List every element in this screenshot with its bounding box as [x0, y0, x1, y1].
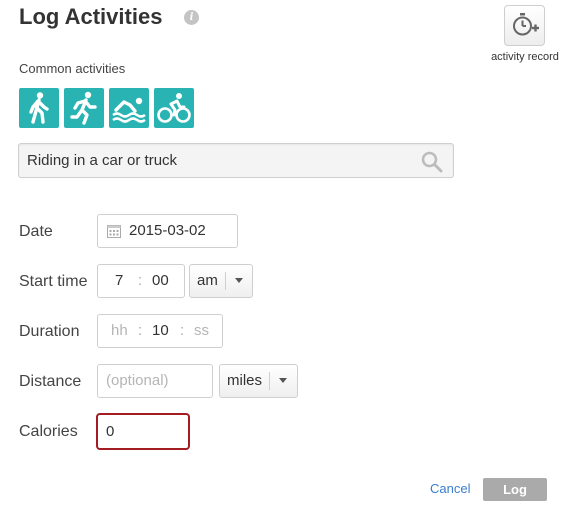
distance-input[interactable]: (optional) — [97, 364, 213, 398]
cycling-icon — [157, 93, 191, 123]
activity-search-input[interactable]: Riding in a car or truck — [18, 143, 454, 178]
select-divider — [225, 272, 226, 290]
start-hour-input[interactable]: 7 — [115, 265, 123, 297]
search-value: Riding in a car or truck — [27, 152, 178, 169]
duration-seconds-input[interactable]: ss — [194, 315, 209, 347]
calories-value: 0 — [106, 423, 115, 440]
time-separator: : — [138, 322, 143, 339]
activity-record-button[interactable] — [504, 5, 545, 46]
search-icon[interactable] — [421, 151, 443, 173]
start-time-field[interactable]: 7 : 00 — [97, 264, 185, 298]
activity-record-label: activity record — [491, 51, 559, 63]
page-title: Log Activities — [19, 4, 163, 29]
activity-cycling-button[interactable] — [154, 88, 194, 128]
cancel-link[interactable]: Cancel — [430, 481, 470, 496]
duration-minutes-input[interactable]: 10 — [152, 315, 169, 347]
activity-walking-button[interactable] — [19, 88, 59, 128]
log-button[interactable]: Log — [483, 478, 547, 501]
calories-label: Calories — [19, 423, 78, 440]
ampm-value: am — [197, 272, 218, 289]
select-divider — [269, 372, 270, 390]
date-label: Date — [19, 223, 53, 240]
chevron-down-icon — [279, 378, 287, 383]
common-activities-label: Common activities — [19, 61, 126, 76]
date-field[interactable]: 2015-03-02 — [97, 214, 238, 248]
date-value: 2015-03-02 — [129, 222, 206, 239]
activity-running-button[interactable] — [64, 88, 104, 128]
start-time-label: Start time — [19, 273, 88, 290]
running-icon — [70, 91, 97, 125]
chevron-down-icon — [235, 278, 243, 283]
distance-unit-value: miles — [227, 372, 263, 389]
ampm-select[interactable]: am — [189, 264, 253, 298]
duration-field[interactable]: hh : 10 : ss — [97, 314, 223, 348]
time-separator: : — [138, 272, 143, 289]
info-icon[interactable]: i — [184, 10, 199, 25]
stopwatch-plus-icon — [513, 13, 539, 36]
duration-label: Duration — [19, 323, 80, 340]
distance-placeholder: (optional) — [106, 372, 169, 389]
walking-icon — [29, 92, 49, 124]
duration-hours-input[interactable]: hh — [111, 315, 128, 347]
start-minute-input[interactable]: 00 — [152, 265, 169, 297]
distance-unit-select[interactable]: miles — [219, 364, 298, 398]
distance-label: Distance — [19, 373, 82, 390]
swimming-icon — [112, 97, 146, 123]
activity-swimming-button[interactable] — [109, 88, 149, 128]
time-separator: : — [180, 322, 185, 339]
calendar-icon — [107, 225, 121, 238]
calories-input[interactable]: 0 — [96, 413, 190, 450]
